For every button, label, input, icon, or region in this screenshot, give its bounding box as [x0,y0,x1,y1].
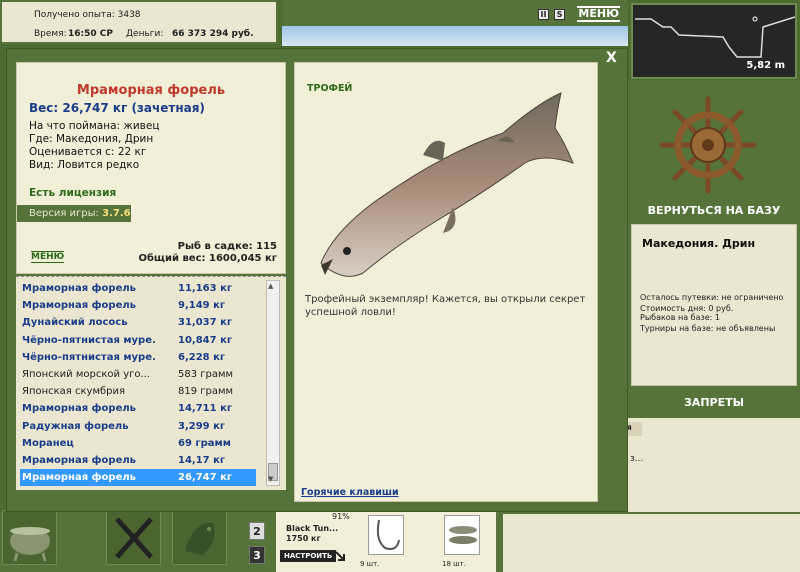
exp-value: 3438 [117,10,141,20]
base-info-panel: Македония. Дрин Осталось путевки: не огр… [631,224,797,386]
catch-details-panel: Мраморная форель Вес: 26,747 кг (зачетна… [16,62,286,274]
setup-button[interactable]: НАСТРОИТЬ [280,550,337,562]
bans-button[interactable]: ЗАПРЕТЫ [628,396,800,414]
rod-name: Black Tun... [286,524,339,533]
fish-list-name: Мраморная форель [22,472,136,484]
fish-list-row[interactable]: Радужная форель 3,299 кг [20,418,256,435]
fish-list-weight: 31,037 кг [178,317,233,329]
fish-list-name: Дунайский лосось [22,317,128,329]
trophy-panel: ТРОФЕЙ Трофейный экземпляр! Кажется, вы … [294,62,598,502]
player-info-panel: Получено опыта: 3438 Время: 16:50 СР Ден… [0,0,278,44]
trophy-message: Трофейный экземпляр! Кажется, вы открыли… [305,294,586,318]
scroll-down-arrow: ▼ [268,475,274,483]
time-label: Время: [34,29,67,39]
fish-list-row[interactable]: Моранец 69 грамм [20,435,256,452]
catch-menu-button[interactable]: МЕНЮ [31,251,65,263]
arrow-icon [335,551,345,561]
exp-label: Получено опыта: 3438 [34,10,141,20]
scene-sky [282,26,628,46]
fish-list-row[interactable]: Чёрно-пятнистая муре... 10,847 кг [20,332,256,349]
fish-catch-icon[interactable] [172,510,227,565]
fish-list-row[interactable]: Мраморная форель 11,163 кг [20,280,256,297]
fish-list-row[interactable]: Японский морской уго... 583 грамм [20,366,256,383]
top-bar: II S МЕНЮ [282,0,628,28]
fish-list-weight: 14,17 кг [178,455,226,466]
tackle-panel: 91% Black Tun... 1750 кг НАСТРОИТЬ 9 шт.… [276,512,496,572]
scroll-up-arrow: ▲ [268,282,274,290]
keepnet-count: Рыб в садке: 115 [177,241,277,252]
fish-list-weight: 10,847 кг [178,334,233,346]
hotkeys-link[interactable]: Горячие клавиши [301,487,399,498]
rod-weight: 1750 кг [286,534,321,543]
fish-list-name: Мраморная форель [22,283,136,294]
fish-list-weight: 6,228 кг [178,351,226,363]
depth-value: 5,82 m [746,60,785,71]
fish-list-name: Чёрно-пятнистая муре... [22,334,156,346]
bait-count: 18 шт. [442,560,466,568]
fish-image [320,92,574,277]
fish-list-name: Мраморная форель [22,403,136,415]
fish-list-name: Мраморная форель [22,455,136,466]
hook-icon[interactable] [368,515,404,555]
fish-list-weight: 819 грамм [178,386,234,398]
game-version: Версия игры: 3.7.6 [17,205,131,222]
sound-button[interactable]: S [554,9,565,20]
fish-name-title: Мраморная форель [76,83,226,98]
fish-list-row[interactable]: Чёрно-пятнистая муре... 6,228 кг [20,349,256,366]
fish-list-row[interactable]: Дунайский лосось 31,037 кг [20,314,256,331]
depth-map[interactable]: 5,82 m [631,3,797,79]
rod-slot-2-button[interactable]: 2 [249,522,265,540]
chat-panel [628,418,800,512]
chat-text: з... [630,454,644,464]
pause-button[interactable]: II [538,9,549,20]
fish-list-weight: 26,747 кг [178,472,233,484]
cauldron-icon[interactable] [2,510,57,565]
fish-list-scrollbar[interactable]: ▲ ▼ [266,280,280,486]
fish-list-weight: 3,299 кг [178,420,226,432]
fish-list-row[interactable]: Мраморная форель 26,747 кг [20,469,256,487]
keepnet-weight: Общий вес: 1600,045 кг [138,253,277,264]
fish-list-name: Мраморная форель [22,300,136,312]
lower-right-panel [503,512,800,572]
fish-list-weight: 69 грамм [178,437,231,449]
kind-line: Вид: Ловится редко [29,159,140,171]
fish-list-weight: 11,163 кг [178,283,233,294]
ship-wheel-icon[interactable] [658,95,758,195]
fish-weight: Вес: 26,747 кг (зачетная) [29,101,205,115]
money-value: 66 373 294 руб. [172,29,254,39]
base-info-line: Турниры на базе: не объявлены [640,324,776,333]
fish-list-row[interactable]: Мраморная форель 14,711 кг [20,400,256,417]
location-line: Где: Македония, Дрин [29,133,154,145]
license-status: Есть лицензия [29,187,117,199]
base-info-line: Стоимость дня: 0 руб. [640,304,734,313]
fish-list-row[interactable]: Мраморная форель 14,17 кг [20,452,256,469]
fish-list-row[interactable]: Мраморная форель 9,149 кг [20,297,256,314]
fish-list-name: Японская скумбрия [22,386,126,398]
rod-percent: 91% [332,512,350,521]
fish-list-weight: 14,711 кг [178,403,233,415]
time-value: 16:50 СР [68,29,113,39]
fish-list-name: Радужная форель [22,420,129,432]
rod-slot-3-button[interactable]: 3 [249,546,265,564]
fish-list: Мраморная форель 11,163 кг Мраморная форел… [16,276,286,490]
fish-list-name: Японский морской уго... [22,369,151,380]
fish-list-name: Чёрно-пятнистая муре... [22,351,156,363]
close-button[interactable]: X [606,50,617,66]
base-title: Македония. Дрин [642,237,756,250]
main-menu-button[interactable]: МЕНЮ [577,6,620,22]
base-info-line: Рыбаков на базе: 1 [640,313,720,322]
fish-list-row[interactable]: Японская скумбрия 819 грамм [20,383,256,400]
fish-list-name: Моранец [22,437,74,449]
bait-count: 9 шт. [360,560,380,568]
bait-line: На что поймана: живец [29,120,160,132]
live-bait-icon[interactable] [444,515,480,555]
return-to-base-button[interactable]: ВЕРНУТЬСЯ НА БАЗУ [628,201,800,221]
rated-line: Оценивается с: 22 кг [29,146,147,158]
food-icon[interactable] [106,510,161,565]
fish-list-weight: 9,149 кг [178,300,226,312]
money-label: Деньги: [126,29,164,39]
keepnet-summary: Рыб в садке: 115 Общий вес: 1600,045 кг [138,241,277,265]
fish-list-weight: 583 грамм [178,369,234,380]
base-info-line: Осталось путевки: не ограничено [640,293,784,302]
